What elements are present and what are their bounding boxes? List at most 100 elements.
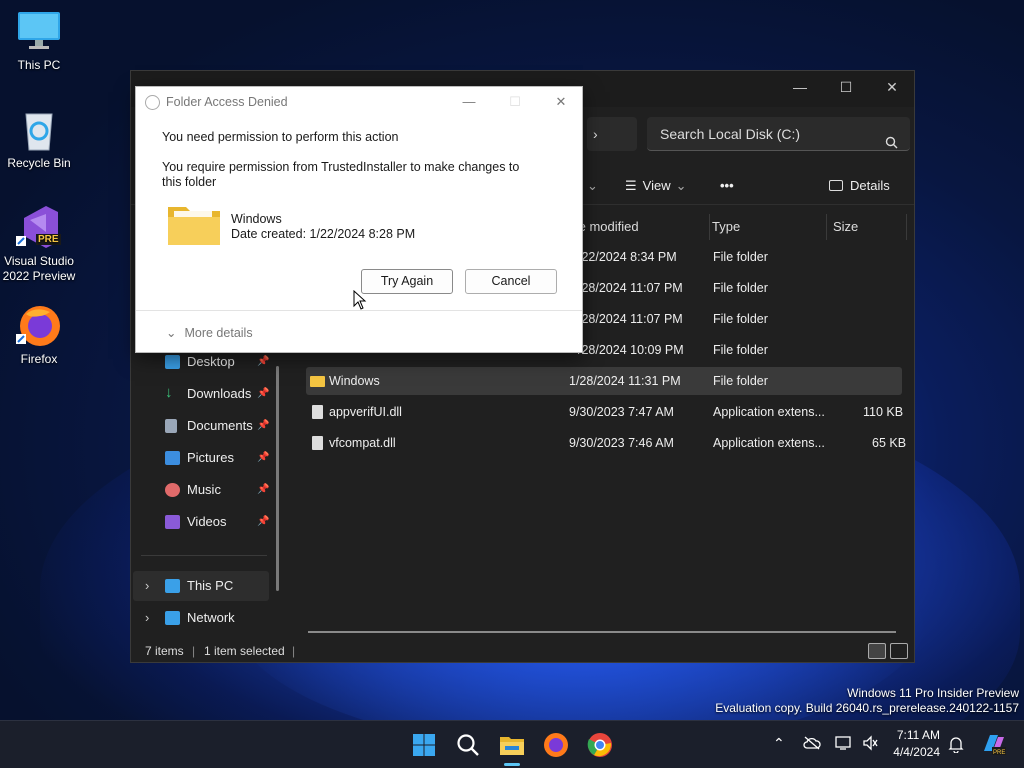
sidebar-item-label: This PC (187, 578, 234, 593)
watermark-edition: Windows 11 Pro Insider Preview (847, 686, 1019, 700)
desktop-icon-firefox[interactable]: Firefox (0, 302, 78, 367)
notification-bell-icon[interactable] (948, 735, 964, 756)
status-bar: 7 items | 1 item selected | (131, 639, 914, 663)
dialog-message: You need permission to perform this acti… (162, 130, 399, 144)
nav-divider (141, 555, 267, 556)
row-date: 1/28/2024 11:31 PM (569, 374, 681, 388)
status-divider: | (292, 644, 296, 658)
chevron-right-icon: › (593, 126, 598, 142)
minimize-button[interactable]: — (777, 71, 823, 103)
desktop-icon-recycle-bin[interactable]: Recycle Bin (0, 106, 78, 171)
pictures-icon (165, 451, 180, 465)
sidebar-item-videos[interactable]: Videos 📌 (133, 507, 269, 537)
monitor-icon (165, 579, 180, 593)
pin-icon[interactable]: 📌 (257, 443, 269, 473)
clock-date[interactable]: 4/4/2024 (890, 745, 940, 759)
search-button[interactable] (454, 731, 482, 759)
monitor-icon (16, 8, 62, 54)
view-menu-button[interactable]: ☰ View ⌄ (625, 173, 687, 199)
music-icon (165, 483, 180, 497)
cloud-off-icon[interactable] (803, 736, 821, 753)
chevron-right-icon[interactable]: › (145, 571, 149, 601)
folder-icon (310, 376, 325, 387)
row-type: File folder (713, 281, 768, 295)
dialog-detail: You require permission from TrustedInsta… (162, 160, 520, 189)
pin-icon[interactable]: 📌 (257, 507, 269, 537)
chrome-taskbar-button[interactable] (586, 731, 614, 759)
table-row[interactable]: vfcompat.dll 9/30/2023 7:46 AM Applicati… (306, 429, 906, 457)
download-icon: ↓ (165, 384, 173, 401)
more-details-toggle[interactable]: ⌄ More details (166, 325, 253, 340)
sidebar-item-documents[interactable]: Documents 📌 (133, 411, 269, 441)
details-pane-button[interactable]: Details (829, 173, 890, 199)
horizontal-scrollbar[interactable] (308, 631, 896, 633)
search-icon (457, 734, 479, 756)
column-date-modified[interactable]: te modified (575, 214, 710, 240)
address-chevron[interactable]: › (587, 117, 637, 151)
nav-scrollbar[interactable] (276, 366, 279, 591)
firefox-taskbar-button[interactable] (542, 731, 570, 759)
chrome-icon (587, 733, 612, 757)
row-date: 9/30/2023 7:47 AM (569, 405, 674, 419)
try-again-button[interactable]: Try Again (361, 269, 453, 294)
dialog-title: Folder Access Denied (166, 95, 288, 109)
file-explorer-taskbar-button[interactable] (498, 731, 526, 766)
sidebar-item-network[interactable]: › Network (133, 603, 269, 633)
desktop-icon-visual-studio[interactable]: PRE Visual Studio 2022 Preview (0, 204, 78, 284)
column-type[interactable]: Type (706, 214, 827, 240)
dll-file-icon (312, 436, 323, 450)
cancel-button[interactable]: Cancel (465, 269, 557, 294)
row-type: File folder (713, 250, 768, 264)
videos-icon (165, 515, 180, 529)
search-icon (885, 127, 898, 161)
chevron-down-icon: ⌄ (675, 178, 687, 193)
dll-file-icon (312, 405, 323, 419)
folder-access-denied-dialog: Folder Access Denied — ☐ ✕ You need perm… (135, 86, 583, 353)
sidebar-item-this-pc[interactable]: › This PC (133, 571, 269, 601)
search-input[interactable]: Search Local Disk (C:) (647, 117, 910, 151)
row-type: File folder (713, 312, 768, 326)
sidebar-item-pictures[interactable]: Pictures 📌 (133, 443, 269, 473)
row-name: vfcompat.dll (329, 436, 396, 450)
pin-icon[interactable]: 📌 (257, 411, 269, 441)
volume-muted-icon[interactable] (862, 735, 878, 754)
sidebar-item-label: Documents (187, 418, 253, 433)
pin-icon[interactable]: 📌 (257, 379, 269, 409)
maximize-button[interactable]: ☐ (823, 71, 869, 103)
table-row[interactable]: appverifUI.dll 9/30/2023 7:47 AM Applica… (306, 398, 903, 426)
sidebar-item-label: Music (187, 482, 221, 497)
desktop-icon-this-pc[interactable]: This PC (0, 8, 78, 73)
taskbar: ⌃ 7:11 AM 4/4/2024 PRE (0, 720, 1024, 768)
tiles-view-button[interactable] (890, 643, 908, 659)
chevron-up-icon[interactable]: ⌃ (773, 735, 785, 752)
sidebar-item-music[interactable]: Music 📌 (133, 475, 269, 505)
chevron-down-icon[interactable]: ⌄ (587, 173, 598, 199)
see-more-button[interactable]: ••• (720, 173, 734, 199)
row-type: Application extens... (713, 405, 825, 419)
start-button[interactable] (410, 731, 438, 759)
chevron-down-icon: ⌄ (166, 326, 177, 340)
sidebar-item-label: Downloads (187, 386, 252, 401)
pin-icon[interactable]: 📌 (257, 475, 269, 505)
column-size[interactable]: Size (827, 214, 907, 240)
details-view-button[interactable] (868, 643, 886, 659)
network-status-icon[interactable] (835, 735, 853, 754)
table-row-selected[interactable]: Windows 1/28/2024 11:31 PM File folder (306, 367, 902, 395)
windows-logo-icon (413, 734, 435, 756)
clock-time[interactable]: 7:11 AM (890, 728, 940, 742)
close-button[interactable]: ✕ (869, 71, 915, 103)
pre-badge: PRE (36, 234, 61, 245)
chevron-right-icon[interactable]: › (145, 603, 149, 633)
visual-studio-icon: PRE (16, 204, 62, 250)
sidebar-item-downloads[interactable]: ↓ Downloads 📌 (133, 379, 269, 409)
close-button[interactable]: ✕ (546, 91, 576, 113)
desktop-icon (165, 355, 180, 369)
desktop-icon-label: Recycle Bin (7, 156, 71, 170)
search-placeholder: Search Local Disk (C:) (660, 126, 801, 142)
document-icon (165, 419, 177, 433)
row-date: 9/30/2023 7:46 AM (569, 436, 674, 450)
copilot-icon[interactable]: PRE (980, 731, 1006, 760)
minimize-button[interactable]: — (454, 91, 484, 113)
row-type: Application extens... (713, 436, 825, 450)
sidebar-item-label: Videos (187, 514, 227, 529)
